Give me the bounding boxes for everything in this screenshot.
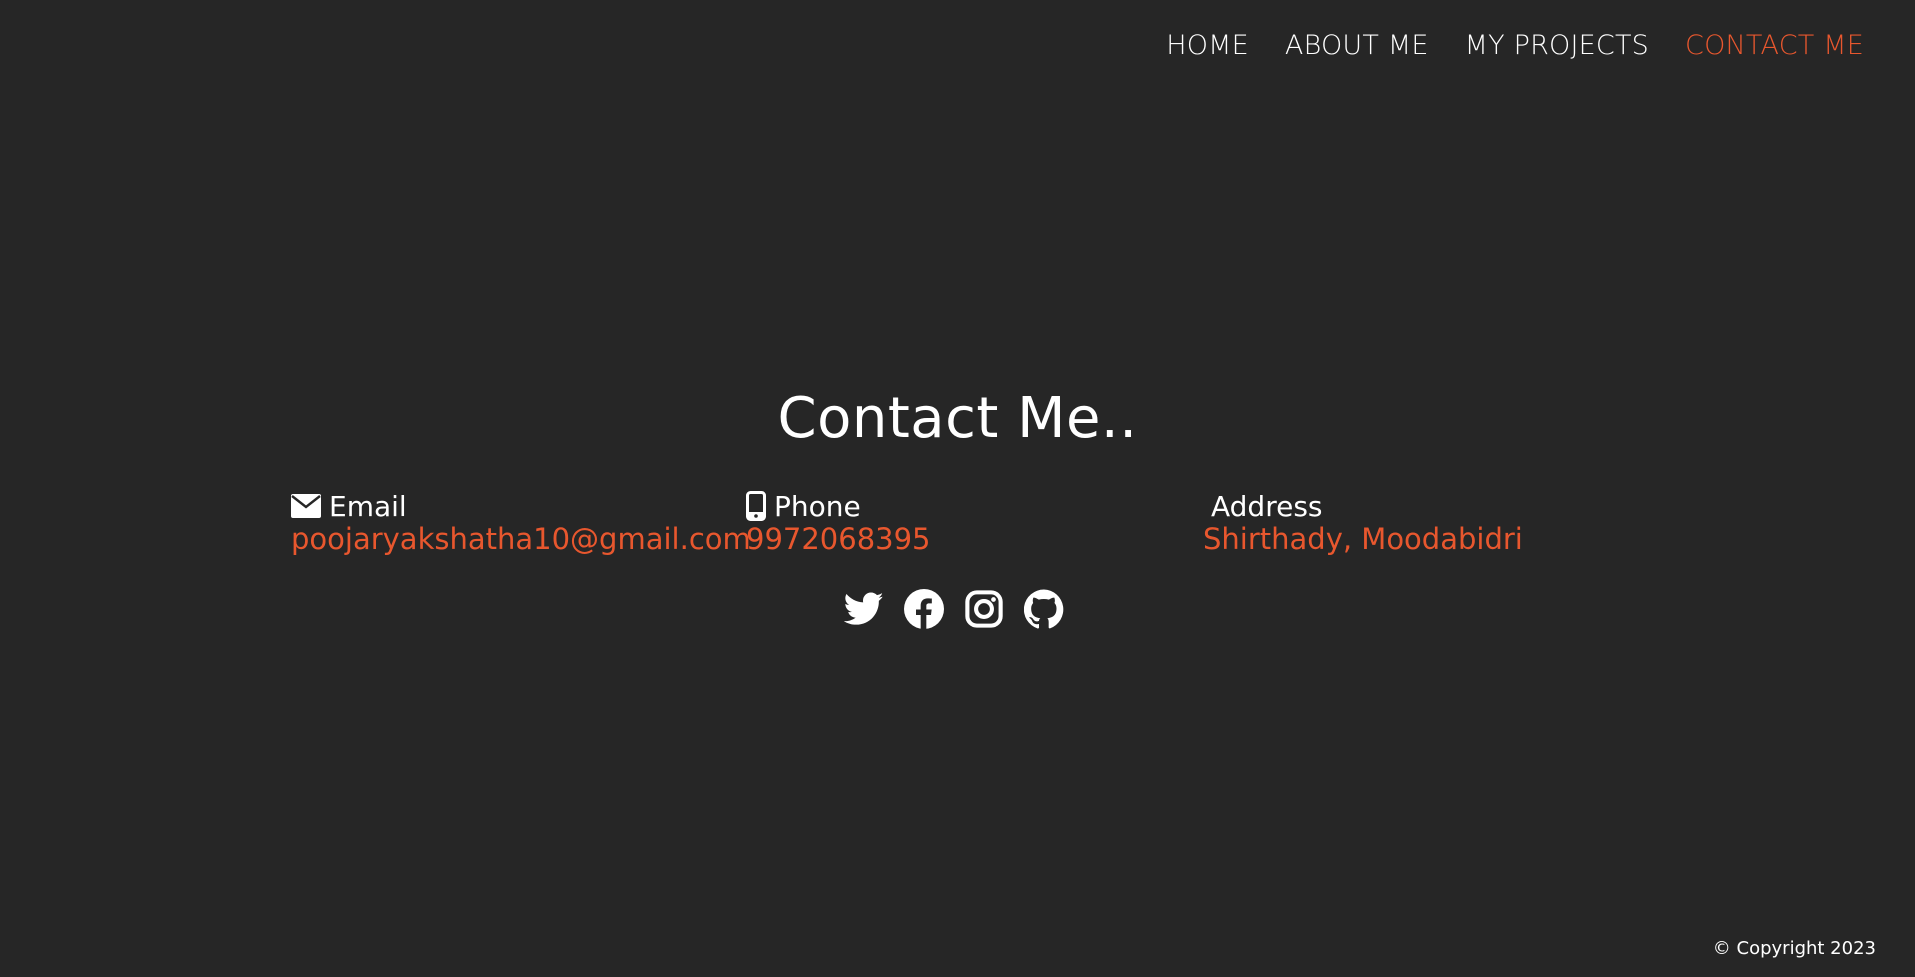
address-value: Shirthady, Moodabidri (1203, 522, 1523, 556)
phone-value[interactable]: 9972068395 (746, 522, 931, 556)
page-title: Contact Me.. (777, 386, 1138, 451)
nav-item-home[interactable]: HOME (1166, 30, 1249, 61)
mobile-phone-icon (746, 491, 766, 521)
email-label-row: Email (291, 488, 751, 524)
social-links (844, 589, 1064, 629)
nav-item-contact-me[interactable]: CONTACT ME (1685, 30, 1864, 61)
github-icon[interactable] (1024, 589, 1064, 629)
instagram-icon[interactable] (964, 589, 1004, 629)
contact-page: HOME ABOUT ME MY PROJECTS CONTACT ME Con… (0, 0, 1915, 977)
copyright-footer: © Copyright 2023 (1712, 938, 1876, 959)
phone-section: Phone 9972068395 (746, 488, 931, 556)
facebook-icon[interactable] (904, 589, 944, 629)
address-section: Address Shirthady, Moodabidri (1203, 488, 1523, 557)
email-section: Email poojaryakshatha10@gmail.com (291, 488, 751, 556)
email-value[interactable]: poojaryakshatha10@gmail.com (291, 522, 751, 556)
address-label: Address (1211, 489, 1323, 523)
phone-label-row: Phone (746, 488, 931, 524)
envelope-icon (291, 494, 321, 518)
top-navigation: HOME ABOUT ME MY PROJECTS CONTACT ME (1166, 30, 1864, 61)
address-label-row: Address (1203, 488, 1523, 524)
email-label: Email (329, 489, 407, 523)
nav-item-my-projects[interactable]: MY PROJECTS (1465, 30, 1649, 61)
nav-item-about-me[interactable]: ABOUT ME (1285, 30, 1429, 61)
twitter-icon[interactable] (844, 589, 884, 629)
phone-label: Phone (774, 489, 861, 523)
